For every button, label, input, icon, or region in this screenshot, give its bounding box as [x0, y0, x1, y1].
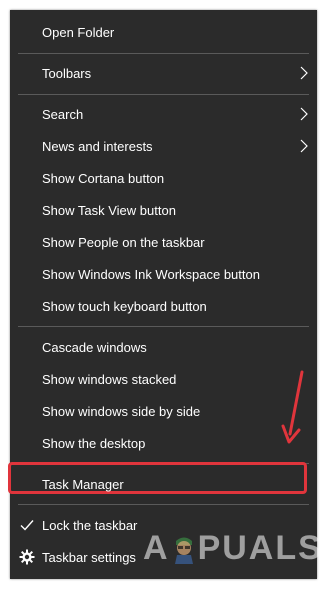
menu-separator — [18, 504, 309, 505]
menu-item-label: Show Task View button — [42, 202, 176, 218]
menu-item-news-and-interests[interactable]: News and interests — [10, 130, 317, 162]
menu-item-show-windows-ink[interactable]: Show Windows Ink Workspace button — [10, 258, 317, 290]
mascot-icon — [171, 533, 197, 565]
chevron-right-icon — [300, 66, 308, 80]
menu-item-toolbars[interactable]: Toolbars — [10, 57, 317, 89]
menu-separator — [18, 94, 309, 95]
menu-item-label: Lock the taskbar — [42, 517, 138, 533]
menu-item-label: Show People on the taskbar — [42, 234, 205, 250]
checkmark-icon — [19, 517, 35, 533]
menu-item-label: Show the desktop — [42, 435, 146, 451]
menu-item-label: Show windows side by side — [42, 403, 201, 419]
menu-item-label: News and interests — [42, 138, 153, 154]
menu-item-label: Show Cortana button — [42, 170, 165, 186]
menu-item-show-the-desktop[interactable]: Show the desktop — [10, 427, 317, 459]
chevron-right-icon — [300, 139, 308, 153]
menu-item-show-windows-side-by-side[interactable]: Show windows side by side — [10, 395, 317, 427]
menu-item-show-touch-keyboard[interactable]: Show touch keyboard button — [10, 290, 317, 322]
menu-item-label: Taskbar settings — [42, 549, 136, 565]
menu-item-cascade-windows[interactable]: Cascade windows — [10, 331, 317, 363]
menu-item-show-people[interactable]: Show People on the taskbar — [10, 226, 317, 258]
menu-separator — [18, 53, 309, 54]
watermark-text-right: PUALS — [197, 529, 323, 567]
menu-item-task-manager[interactable]: Task Manager — [8, 462, 317, 500]
menu-separator — [18, 326, 309, 327]
watermark-text-left: A — [143, 529, 170, 567]
menu-item-label: Show windows stacked — [42, 371, 177, 387]
menu-item-label: Show Windows Ink Workspace button — [42, 266, 260, 282]
menu-item-label: Toolbars — [42, 65, 92, 81]
menu-item-label: Cascade windows — [42, 339, 147, 355]
gear-icon — [19, 549, 35, 565]
chevron-right-icon — [300, 107, 308, 121]
menu-item-open-folder[interactable]: Open Folder — [10, 16, 317, 48]
menu-item-label: Task Manager — [42, 476, 124, 492]
watermark: A PUALS — [143, 529, 323, 568]
menu-item-label: Search — [42, 106, 84, 122]
menu-item-show-windows-stacked[interactable]: Show windows stacked — [10, 363, 317, 395]
taskbar-context-menu: Open Folder Toolbars Search News and int… — [8, 10, 321, 579]
menu-item-show-cortana-button[interactable]: Show Cortana button — [10, 162, 317, 194]
menu-item-label: Open Folder — [42, 24, 115, 40]
red-arrow-annotation — [281, 370, 304, 444]
menu-item-label: Show touch keyboard button — [42, 298, 207, 314]
menu-item-search[interactable]: Search — [10, 98, 317, 130]
menu-item-show-task-view-button[interactable]: Show Task View button — [10, 194, 317, 226]
